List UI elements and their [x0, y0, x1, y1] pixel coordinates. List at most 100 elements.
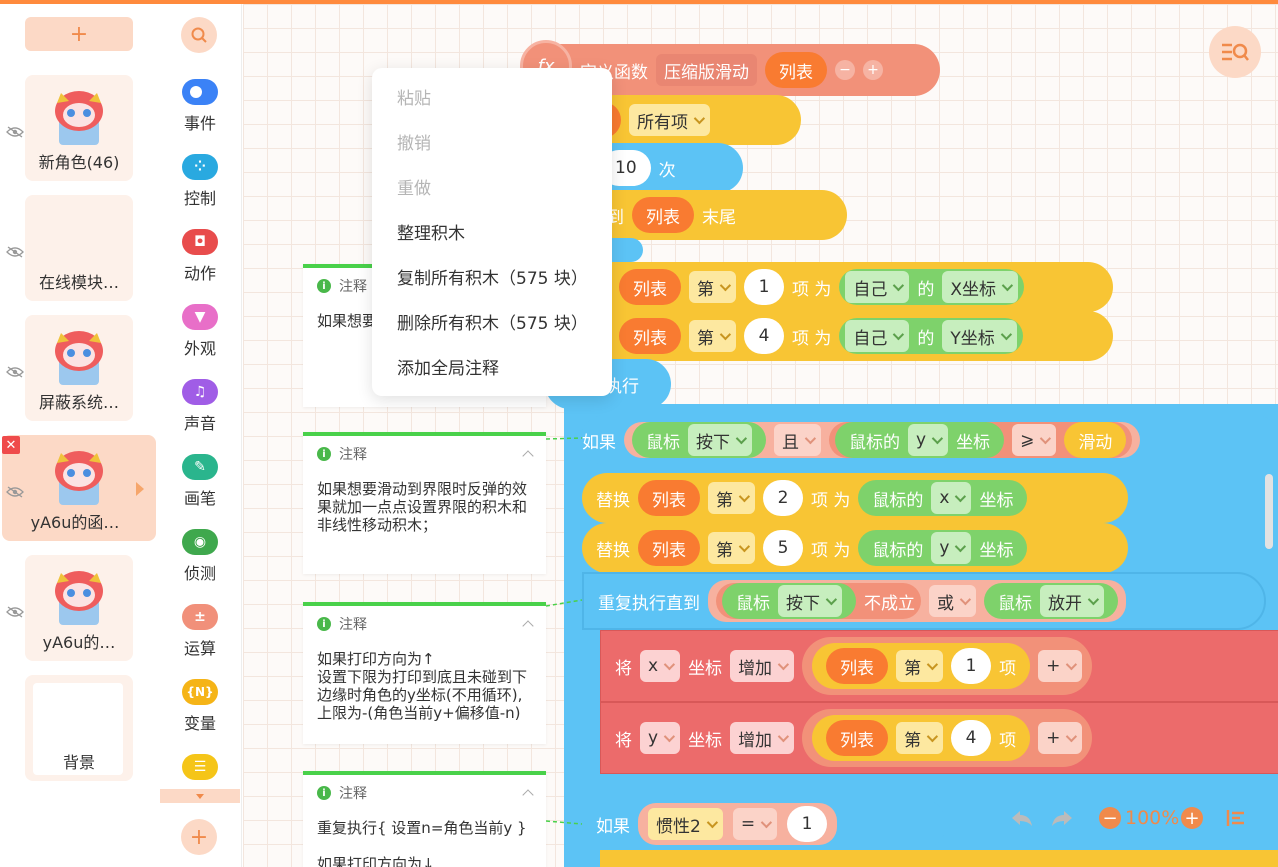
list-pill[interactable]: 列表: [632, 197, 694, 233]
mouse-coord-reporter[interactable]: 鼠标的 y 坐标: [835, 422, 1005, 458]
axis-dropdown[interactable]: x: [640, 650, 681, 682]
category-scroll-down[interactable]: [160, 789, 240, 803]
mouse-coord-reporter[interactable]: 鼠标的 y 坐标: [858, 530, 1028, 566]
add-expression[interactable]: 列表 第 1 项 +: [802, 637, 1093, 695]
category-pen[interactable]: ✎ 画笔: [160, 454, 240, 524]
list-item-reporter[interactable]: 列表 第 1 项: [812, 643, 1031, 689]
category-events[interactable]: 事件: [160, 79, 240, 149]
collapse-icon[interactable]: [522, 450, 534, 462]
sprite-card-selected[interactable]: yA6u的函…: [2, 435, 156, 541]
list-pill[interactable]: 列表: [638, 530, 700, 566]
undo-button[interactable]: [1009, 804, 1037, 832]
plus-dropdown[interactable]: +: [1038, 650, 1083, 682]
delete-sprite-button[interactable]: ✕: [2, 436, 20, 454]
param-pill[interactable]: 列表: [765, 52, 827, 88]
set-list-item-block[interactable]: 列表 第 1 项 为 自己 的 X坐标: [545, 262, 1113, 312]
if-block[interactable]: 如果 鼠标 按下 且 鼠标的 y 坐标 ⩾ 滑动: [580, 415, 1278, 465]
note-body[interactable]: 如果打印方向为↑ 设置下限为打印到底且未碰到下边缘时角色的y坐标(不用循环),上…: [303, 642, 546, 730]
collapse-icon[interactable]: [522, 620, 534, 632]
list-item-reporter[interactable]: 列表 第 4 项: [812, 715, 1031, 761]
index-input[interactable]: 1: [951, 648, 992, 684]
option-dropdown[interactable]: 所有项: [629, 104, 710, 136]
nth-dropdown[interactable]: 第: [896, 650, 944, 682]
list-pill[interactable]: 列表: [619, 318, 681, 354]
property-dropdown[interactable]: Y坐标: [942, 320, 1017, 352]
list-pill[interactable]: 列表: [619, 269, 681, 305]
menu-item-paste[interactable]: 粘贴: [372, 74, 612, 119]
op-dropdown[interactable]: 增加: [730, 650, 795, 682]
axis-dropdown[interactable]: y: [931, 532, 972, 564]
comment-note[interactable]: i 注释 如果想要滑动到界限时反弹的效果就加一点点设置界限的积木和非线性移动积木；: [303, 432, 546, 574]
self-dropdown[interactable]: 自己: [845, 271, 910, 303]
change-y-block[interactable]: 将 y 坐标 增加 列表 第 4 项 +: [600, 702, 1278, 774]
category-control[interactable]: ⁘ 控制: [160, 154, 240, 224]
property-dropdown[interactable]: X坐标: [942, 271, 1019, 303]
plus-dropdown[interactable]: +: [1038, 722, 1083, 754]
compare-dropdown[interactable]: ⩾: [1012, 424, 1057, 456]
eq-dropdown[interactable]: =: [732, 808, 778, 840]
index-input[interactable]: 2: [763, 480, 803, 516]
nth-dropdown[interactable]: 第: [689, 271, 736, 303]
value-input[interactable]: 1: [787, 806, 828, 842]
zoom-in-button[interactable]: +: [1181, 807, 1203, 829]
menu-item-redo[interactable]: 重做: [372, 164, 612, 209]
collapse-icon[interactable]: [522, 789, 534, 801]
menu-item-add-comment[interactable]: 添加全局注释: [372, 344, 612, 389]
add-sprite-button[interactable]: +: [25, 17, 133, 51]
mouse-condition[interactable]: 鼠标 按下: [722, 583, 856, 619]
op-dropdown[interactable]: 增加: [730, 722, 795, 754]
index-input[interactable]: 4: [744, 318, 784, 354]
note-body[interactable]: 重复执行{ 设置n=角色当前y } 如果打印方向为↓: [303, 811, 546, 867]
sprite-property-reporter[interactable]: 自己 的 Y坐标: [839, 318, 1023, 354]
slide-reporter[interactable]: 滑动: [1064, 422, 1127, 458]
eye-hidden-icon[interactable]: [6, 366, 24, 378]
list-pill[interactable]: 列表: [826, 720, 889, 756]
workspace-menu-button[interactable]: [1209, 26, 1261, 78]
eye-hidden-icon[interactable]: [6, 246, 24, 258]
category-operators[interactable]: ± 运算: [160, 604, 240, 674]
and-condition[interactable]: 鼠标 按下 且 鼠标的 y 坐标 ⩾ 滑动: [624, 422, 1141, 458]
index-input[interactable]: 1: [744, 269, 784, 305]
sprite-card[interactable]: 新角色(46): [25, 75, 133, 181]
nth-dropdown[interactable]: 第: [708, 482, 755, 514]
index-input[interactable]: 4: [951, 720, 992, 756]
background-card[interactable]: 背景: [25, 675, 133, 781]
sprite-card[interactable]: yA6u的…: [25, 555, 133, 661]
menu-item-copy-all[interactable]: 复制所有积木（575 块）: [372, 254, 612, 299]
category-looks[interactable]: ▼ 外观: [160, 304, 240, 374]
index-input[interactable]: 5: [763, 530, 803, 566]
mouse-condition[interactable]: 鼠标 放开: [984, 583, 1118, 619]
or-condition[interactable]: 鼠标 按下 不成立 或 鼠标 放开: [708, 580, 1126, 622]
set-list-item-block[interactable]: 列表 第 4 项 为 自己 的 Y坐标: [545, 311, 1113, 361]
menu-item-undo[interactable]: 撤销: [372, 119, 612, 164]
not-condition[interactable]: 鼠标 按下 不成立: [716, 583, 921, 619]
align-blocks-button[interactable]: [1223, 806, 1249, 830]
search-button[interactable]: [181, 17, 217, 53]
nth-dropdown[interactable]: 第: [689, 320, 736, 352]
pressed-dropdown[interactable]: 按下: [778, 585, 842, 617]
replace-item-block[interactable]: 替换 列表 第 2 项 为 鼠标的 x 坐标: [582, 473, 1128, 523]
comment-note[interactable]: i 注释 重复执行{ 设置n=角色当前y } 如果打印方向为↓: [303, 771, 546, 867]
sprite-card[interactable]: 在线模块…: [25, 195, 133, 301]
equals-condition[interactable]: 惯性2 = 1: [638, 803, 838, 845]
mouse-condition[interactable]: 鼠标 按下: [632, 422, 766, 458]
workspace-scrollbar[interactable]: [1265, 474, 1273, 549]
eye-hidden-icon[interactable]: [6, 126, 24, 138]
note-body[interactable]: 如果想要滑动到界限时反弹的效果就加一点点设置界限的积木和非线性移动积木；: [303, 472, 546, 542]
released-dropdown[interactable]: 放开: [1040, 585, 1104, 617]
sprite-property-reporter[interactable]: 自己 的 X坐标: [839, 269, 1025, 305]
redo-button[interactable]: [1047, 804, 1075, 832]
category-sensing[interactable]: ◉ 侦测: [160, 529, 240, 599]
function-name[interactable]: 压缩版滑动: [656, 54, 757, 86]
axis-dropdown[interactable]: x: [931, 482, 972, 514]
eye-hidden-icon[interactable]: [6, 486, 24, 498]
comment-note[interactable]: i 注释 如果打印方向为↑ 设置下限为打印到底且未碰到下边缘时角色的y坐标(不用循…: [303, 602, 546, 744]
mouse-coord-reporter[interactable]: 鼠标的 x 坐标: [858, 480, 1028, 516]
add-extension-button[interactable]: +: [181, 819, 217, 855]
nth-dropdown[interactable]: 第: [708, 532, 755, 564]
pressed-dropdown[interactable]: 按下: [688, 424, 752, 456]
if-block[interactable]: 如果 惯性2 = 1: [582, 798, 946, 850]
compare-condition[interactable]: 鼠标的 y 坐标 ⩾ 滑动: [829, 422, 1133, 458]
variable-dropdown[interactable]: 惯性2: [648, 808, 723, 840]
axis-dropdown[interactable]: y: [640, 722, 681, 754]
